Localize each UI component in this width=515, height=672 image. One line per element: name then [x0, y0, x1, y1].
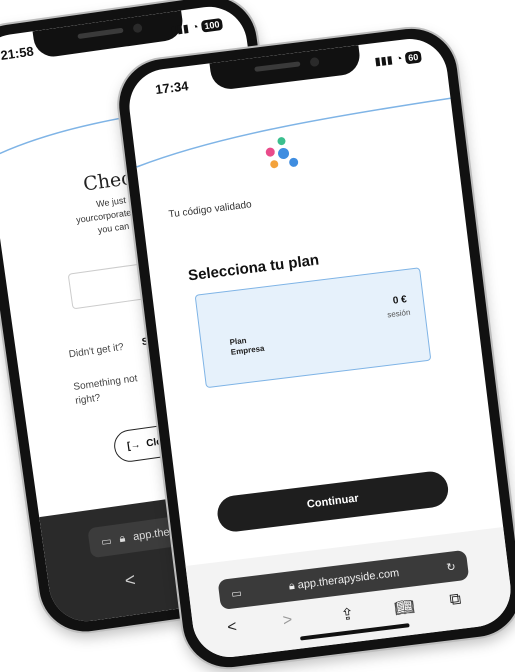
plan-unit: sesión	[386, 307, 411, 320]
forward-nav-button[interactable]: >	[282, 611, 293, 630]
continue-button[interactable]: Continuar	[215, 469, 451, 534]
signal-icon: ▮▮▮	[170, 22, 190, 37]
lock-icon: 🔒︎	[118, 531, 127, 545]
logout-icon: [→	[126, 438, 142, 452]
tabs-overview-icon: ▭	[100, 534, 113, 549]
battery-icon: 100	[200, 17, 224, 33]
status-icons: ▮▮▮ ◔ 60	[374, 50, 422, 69]
status-time: 21:58	[0, 43, 35, 63]
signal-icon: ▮▮▮	[374, 54, 394, 69]
front-phone-screen: 17:34 ▮▮▮ ◔ 60 Tu código validado Selecc…	[125, 34, 515, 662]
reload-icon[interactable]: ↻	[446, 560, 457, 574]
status-time: 17:34	[154, 78, 190, 98]
tabs-icon[interactable]: ⧉	[449, 591, 463, 610]
url-text: app.therapyside.com	[296, 566, 400, 591]
plan-price: 0 €	[392, 294, 408, 307]
home-indicator	[300, 623, 410, 641]
back-nav-button[interactable]: <	[124, 569, 137, 591]
url-display: 🔒︎ app.therapyside.com	[241, 561, 447, 599]
didnt-get-it-text: Didn't get it?	[68, 341, 125, 361]
select-plan-heading: Selecciona tu plan	[187, 251, 321, 285]
url-text: app.ther	[132, 525, 175, 544]
plan-name: Plan Empresa	[229, 334, 265, 358]
browser-bottom-bar: ▭ 🔒︎ app.therapyside.com ↻ < > ⇪ 📖︎ ⧉	[185, 527, 515, 662]
share-icon[interactable]: ⇪	[340, 604, 356, 625]
bookmarks-icon[interactable]: 📖︎	[393, 596, 416, 618]
code-validated-text: Tu código validado	[167, 199, 253, 221]
notch	[209, 45, 362, 92]
address-bar[interactable]: ▭ 🔒︎ app.therapyside.com ↻	[217, 549, 470, 610]
battery-icon: 60	[404, 50, 422, 64]
something-not-right-text: Something not right?	[72, 373, 139, 407]
back-nav-button[interactable]: <	[226, 618, 237, 637]
wifi-icon: ◔	[394, 52, 404, 66]
plan-card-empresa[interactable]: Plan Empresa 0 € sesión	[194, 267, 432, 389]
wifi-icon: ◔	[191, 20, 200, 34]
therapyside-logo-icon	[264, 135, 302, 173]
notch	[32, 10, 185, 60]
